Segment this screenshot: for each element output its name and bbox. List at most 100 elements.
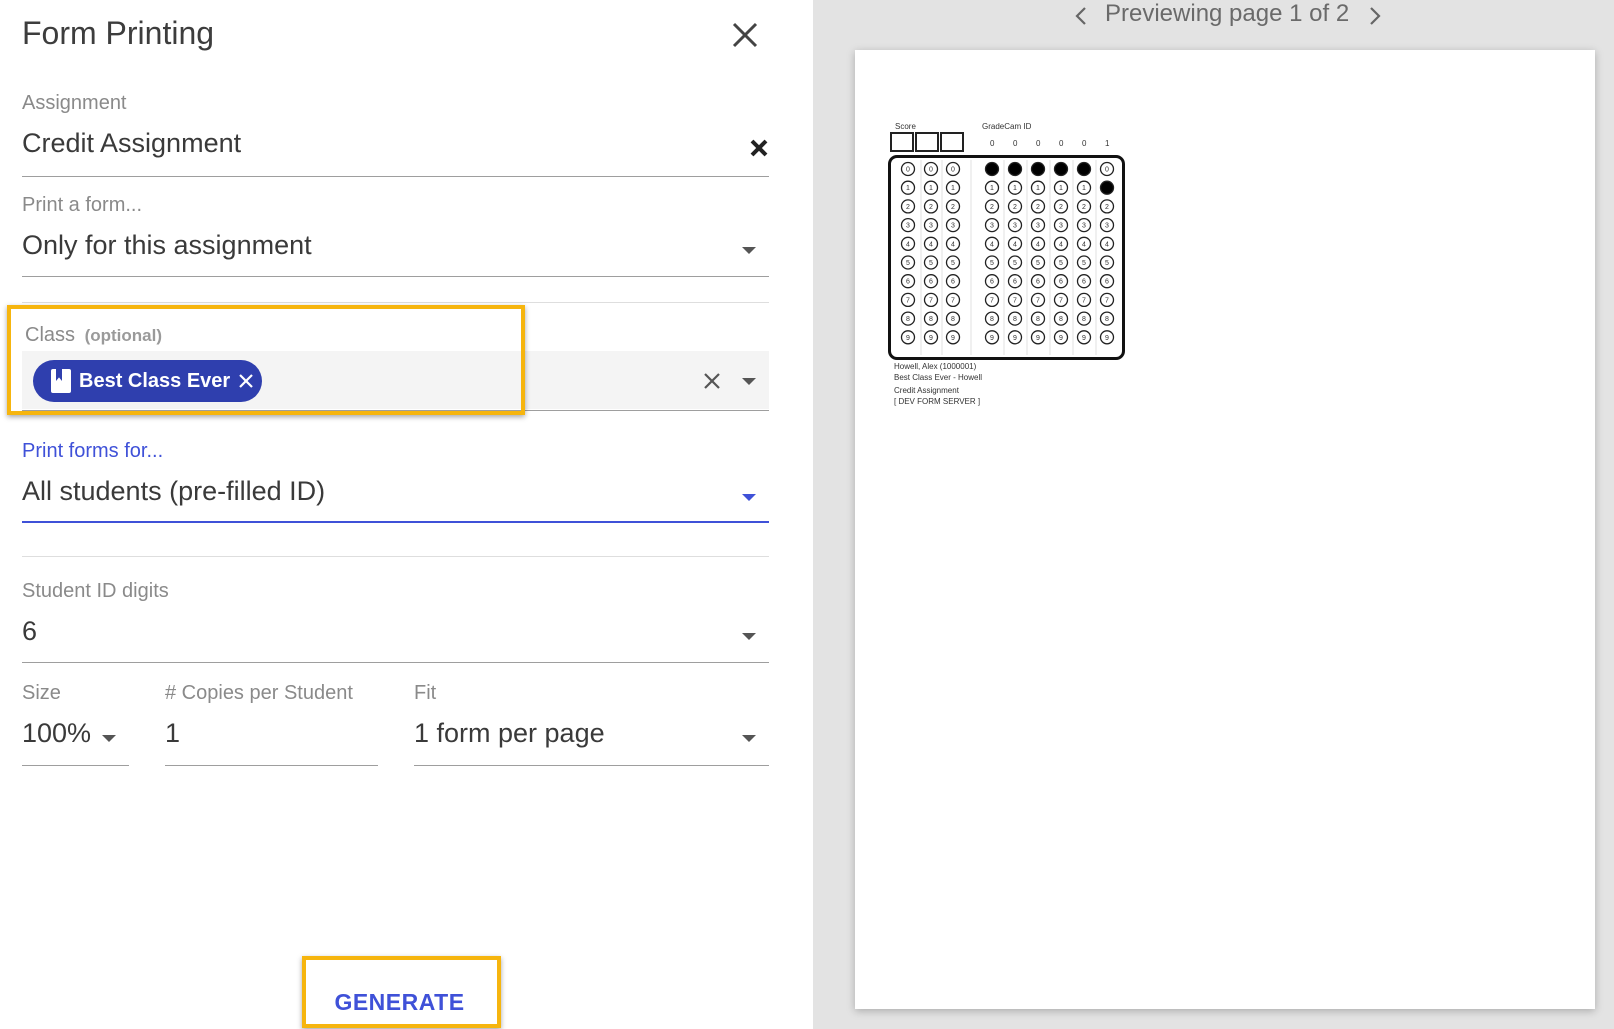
student-id-digits-caret-icon[interactable] bbox=[742, 633, 756, 640]
print-a-form-label: Print a form... bbox=[22, 194, 143, 216]
id-digit: 0 bbox=[990, 139, 995, 148]
bubble-digit: 1 bbox=[1082, 185, 1086, 192]
print-forms-for-caret-icon[interactable] bbox=[742, 494, 756, 501]
class-caret-icon[interactable] bbox=[742, 378, 756, 385]
bubble-digit: 6 bbox=[1082, 279, 1086, 286]
bubble-digit: 6 bbox=[906, 279, 910, 286]
bubble-digit: 8 bbox=[1059, 316, 1063, 323]
bubble-digit: 8 bbox=[929, 316, 933, 323]
bubble bbox=[1030, 161, 1046, 177]
assignment-field[interactable]: Credit Assignment bbox=[22, 128, 241, 159]
size-caret-icon[interactable] bbox=[102, 735, 116, 742]
bubble-digit: 2 bbox=[951, 204, 955, 211]
print-forms-for-select[interactable]: All students (pre-filled ID) bbox=[22, 476, 325, 507]
bubble bbox=[1099, 180, 1115, 195]
clear-class-icon[interactable] bbox=[703, 372, 721, 390]
copies-input[interactable]: 1 bbox=[165, 718, 180, 749]
bubble-digit: 3 bbox=[929, 223, 933, 230]
bubble-digit: 4 bbox=[1059, 241, 1063, 248]
assignment-label: Assignment bbox=[22, 92, 127, 114]
form-info-line: [ DEV FORM SERVER ] bbox=[894, 397, 981, 406]
remove-chip-icon[interactable] bbox=[238, 373, 254, 389]
dialog-title: Form Printing bbox=[22, 15, 215, 51]
generate-button[interactable]: GENERATE bbox=[302, 958, 497, 1024]
class-chip[interactable]: Best Class Ever bbox=[33, 360, 262, 402]
size-underline bbox=[22, 765, 129, 766]
bubble-digit: 1 bbox=[1036, 185, 1040, 192]
chevron-left-icon[interactable] bbox=[1071, 5, 1091, 27]
bubble-digit: 3 bbox=[1082, 223, 1086, 230]
bubble-digit: 7 bbox=[929, 297, 933, 304]
bubble-digit: 2 bbox=[1082, 204, 1086, 211]
bubble-digit: 6 bbox=[990, 279, 994, 286]
bubble-digit: 7 bbox=[1013, 297, 1017, 304]
bubble-digit: 7 bbox=[1105, 297, 1109, 304]
bubble-digit: 7 bbox=[1082, 297, 1086, 304]
bubble-digit: 5 bbox=[1082, 260, 1086, 267]
chevron-right-icon[interactable] bbox=[1365, 5, 1385, 27]
bubble-digit: 3 bbox=[951, 223, 955, 230]
class-label: Class (optional) bbox=[25, 324, 162, 347]
bubble-digit: 7 bbox=[1059, 297, 1063, 304]
student-id-digits-select[interactable]: 6 bbox=[22, 616, 37, 647]
clear-assignment-icon[interactable] bbox=[749, 138, 769, 158]
form-info-line: Best Class Ever - Howell bbox=[894, 373, 983, 382]
bubble-digit: 8 bbox=[1036, 316, 1040, 323]
bubble-grid: 0 0 0 0 1 1 1 1 1 1 1 1 2 2 2 2 2 2 2 2 2 3 3 3 3 3 3 3 3 3 4 4 4 4 4 4 4 4 4 5… bbox=[888, 155, 1125, 360]
bubble-digit: 2 bbox=[1036, 204, 1040, 211]
bubble-digit: 5 bbox=[951, 260, 955, 267]
bubble-digit: 3 bbox=[1036, 223, 1040, 230]
bubble-digit: 1 bbox=[951, 185, 955, 192]
bubble-digit: 8 bbox=[906, 316, 910, 323]
bubble-digit: 0 bbox=[1105, 167, 1109, 174]
fit-underline bbox=[414, 765, 769, 766]
bubble-digit: 9 bbox=[929, 335, 933, 342]
size-select[interactable]: 100% bbox=[22, 718, 91, 749]
copies-underline bbox=[165, 765, 378, 766]
assignment-underline bbox=[22, 176, 769, 177]
bubble-digit: 6 bbox=[929, 279, 933, 286]
bubble-digit: 9 bbox=[951, 335, 955, 342]
bubble-digit: 6 bbox=[951, 279, 955, 286]
bubble-digit: 9 bbox=[1036, 335, 1040, 342]
print-a-form-select[interactable]: Only for this assignment bbox=[22, 230, 312, 261]
fit-select[interactable]: 1 form per page bbox=[414, 718, 605, 749]
size-label: Size bbox=[22, 682, 61, 704]
bubble-digit: 2 bbox=[1013, 204, 1017, 211]
print-a-form-caret-icon[interactable] bbox=[742, 247, 756, 254]
form-info-line: Credit Assignment bbox=[894, 386, 959, 395]
bubble-digit: 4 bbox=[929, 241, 933, 248]
bubble-digit: 1 bbox=[906, 185, 910, 192]
bubble-digit: 2 bbox=[906, 204, 910, 211]
bubble bbox=[1007, 161, 1023, 177]
bubble-digit: 1 bbox=[1013, 185, 1017, 192]
bubble-digit: 1 bbox=[990, 185, 994, 192]
gradecam-id-label: GradeCam ID bbox=[982, 122, 1032, 131]
bubble-digit: 5 bbox=[990, 260, 994, 267]
id-digit: 0 bbox=[1082, 139, 1087, 148]
bubble-digit: 4 bbox=[1036, 241, 1040, 248]
score-box bbox=[890, 132, 914, 152]
bubble-digit: 3 bbox=[1059, 223, 1063, 230]
divider bbox=[22, 556, 769, 557]
form-printing-dialog: Form Printing Assignment Credit Assignme… bbox=[0, 0, 813, 1029]
bubble-digit: 1 bbox=[1059, 185, 1063, 192]
bubble-digit: 9 bbox=[906, 335, 910, 342]
bubble-digit: 3 bbox=[1105, 223, 1109, 230]
bubble-digit: 9 bbox=[1105, 335, 1109, 342]
bubble-digit: 7 bbox=[906, 297, 910, 304]
bubble-digit: 9 bbox=[1082, 335, 1086, 342]
bubble-sheet: 0 0 0 0 1 1 1 1 1 1 1 1 2 2 2 2 2 2 2 2 2 3 3 3 3 3 3 3 3 3 4 4 4 4 4 4 4 4 4 5… bbox=[900, 160, 1115, 355]
bubble-digit: 3 bbox=[906, 223, 910, 230]
class-optional-text: (optional) bbox=[84, 326, 162, 345]
bubble bbox=[1053, 161, 1069, 177]
bubble-digit: 2 bbox=[929, 204, 933, 211]
pager: Previewing page 1 of 2 bbox=[813, 0, 1614, 30]
print-a-form-underline bbox=[22, 276, 769, 277]
bubble-digit: 5 bbox=[929, 260, 933, 267]
bubble-digit: 2 bbox=[990, 204, 994, 211]
close-icon[interactable] bbox=[728, 18, 762, 52]
bubble-digit: 4 bbox=[1013, 241, 1017, 248]
fit-caret-icon[interactable] bbox=[742, 735, 756, 742]
class-chip-label: Best Class Ever bbox=[79, 369, 231, 392]
